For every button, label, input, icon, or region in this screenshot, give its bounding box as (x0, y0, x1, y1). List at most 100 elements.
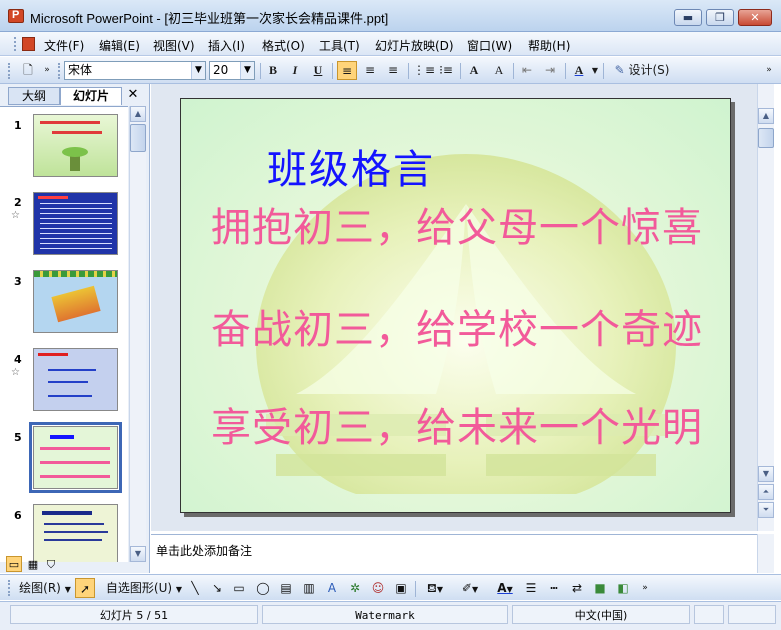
scroll-up-icon[interactable]: ▲ (758, 108, 774, 124)
new-document-icon[interactable]: 🗋 (18, 61, 38, 80)
bullets-icon[interactable]: ⁝≡ (436, 61, 456, 80)
grow-font-button[interactable]: A (464, 61, 484, 80)
menu-format[interactable]: 格式(O) (262, 37, 305, 54)
notes-pane[interactable]: 单击此处添加备注 (151, 534, 757, 573)
scroll-down-icon[interactable]: ▼ (758, 466, 774, 482)
rectangle-icon[interactable]: ▭ (230, 578, 248, 598)
toolbar-grip[interactable] (8, 63, 11, 79)
oval-icon[interactable]: ◯ (254, 578, 272, 598)
slide-line-2[interactable]: 奋战初三，给学校一个奇迹 (211, 297, 703, 355)
draw-menu-button[interactable]: 绘图(R) ▼ (18, 578, 72, 598)
slide-title[interactable]: 班级格言 (267, 137, 435, 195)
fill-color-icon[interactable]: ⛾▼ (420, 578, 450, 598)
numbering-icon[interactable]: ⋮≡ (413, 61, 435, 80)
slide-sorter-view-icon[interactable]: ▦ (25, 556, 41, 572)
clipart-icon[interactable]: ☺ (369, 578, 387, 598)
menu-slideshow[interactable]: 幻灯片放映(D) (375, 37, 454, 54)
slide-thumbnail-6[interactable] (33, 504, 118, 562)
wordart-icon[interactable]: A (323, 578, 341, 598)
toolbar-overflow-chevron-icon[interactable]: » (762, 61, 776, 80)
line-icon[interactable]: ╲ (186, 578, 204, 598)
font-color-button[interactable]: A (569, 61, 589, 80)
slide-thumbnail-4[interactable] (33, 348, 118, 411)
slide-thumbnail-2[interactable] (33, 192, 118, 255)
thumbnail-scrollbar[interactable]: ▲ ▼ (129, 106, 146, 562)
slideshow-view-icon[interactable]: ⛉ (43, 556, 59, 572)
scrollbar-thumb[interactable] (758, 128, 774, 148)
toolbar-grip[interactable] (8, 580, 11, 596)
toolbar-options-chevron-icon[interactable]: » (40, 61, 54, 80)
font-size-value: 20 (213, 63, 229, 77)
bold-button[interactable]: B (263, 61, 283, 80)
document-icon[interactable] (22, 37, 35, 51)
autoshapes-button[interactable]: 自选图形(U) ▼ (104, 578, 184, 598)
font-size-select[interactable]: 20 ▼ (209, 61, 255, 80)
close-button[interactable]: ✕ (738, 9, 772, 26)
design-button[interactable]: ✎ 设计(S) (607, 61, 677, 80)
notes-scrollbar[interactable] (757, 534, 774, 573)
align-right-icon[interactable]: ≡ (383, 61, 403, 80)
status-template[interactable]: Watermark (262, 605, 508, 624)
menu-insert[interactable]: 插入(I) (208, 37, 245, 54)
powerpoint-app-icon[interactable] (8, 9, 24, 23)
underline-button[interactable]: U (308, 61, 328, 80)
font-color-dropdown-icon[interactable]: ▼ (590, 61, 600, 80)
select-pointer-icon[interactable]: ➚ (75, 578, 95, 598)
menu-edit[interactable]: 编辑(E) (99, 37, 140, 54)
next-slide-icon[interactable]: ⏷ (758, 502, 774, 518)
normal-view-icon[interactable]: ▭ (6, 556, 22, 572)
menu-file[interactable]: 文件(F) (44, 37, 84, 54)
align-center-icon[interactable]: ≡ (360, 61, 380, 80)
menu-window[interactable]: 窗口(W) (467, 37, 512, 54)
decrease-indent-icon[interactable]: ⇤ (517, 61, 537, 80)
star-icon: ☆ (11, 210, 20, 221)
align-left-icon[interactable]: ≡ (337, 61, 357, 80)
shrink-font-button[interactable]: A (489, 61, 509, 80)
scroll-down-icon[interactable]: ▼ (130, 546, 146, 562)
status-empty (728, 605, 776, 624)
line-style-icon[interactable]: ☰ (522, 578, 540, 598)
slide-thumbnail-3[interactable] (33, 270, 118, 333)
current-slide[interactable]: 班级格言 拥抱初三，给父母一个惊喜 奋战初三，给学校一个奇迹 享受初三，给未来一… (180, 98, 731, 513)
scroll-up-icon[interactable]: ▲ (130, 106, 146, 122)
chevron-down-icon[interactable]: ▼ (191, 62, 205, 79)
chevron-down-icon[interactable]: ▼ (240, 62, 254, 79)
autoshapes-label: 自选图形(U) (105, 581, 173, 595)
menu-help[interactable]: 帮助(H) (528, 37, 570, 54)
vertical-textbox-icon[interactable]: ▥ (300, 578, 318, 598)
shadow-icon[interactable]: ■ (591, 578, 609, 598)
font-name-select[interactable]: 宋体 ▼ (64, 61, 206, 80)
minimize-button[interactable]: ▬ (674, 9, 702, 26)
tab-slides[interactable]: 幻灯片 (60, 87, 122, 105)
dash-style-icon[interactable]: ┅ (545, 578, 563, 598)
pane-close-icon[interactable]: ✕ (126, 87, 140, 103)
toolbar-grip-2[interactable] (58, 63, 61, 79)
slide-thumbnail-1[interactable] (33, 114, 118, 177)
scrollbar-thumb[interactable] (130, 124, 146, 152)
italic-button[interactable]: I (285, 61, 305, 80)
picture-icon[interactable]: ▣ (392, 578, 410, 598)
menu-grip[interactable] (14, 37, 18, 51)
arrow-style-icon[interactable]: ⇄ (568, 578, 586, 598)
design-icon: ✎ (614, 63, 625, 77)
menu-view[interactable]: 视图(V) (153, 37, 195, 54)
design-label: 设计(S) (628, 63, 670, 77)
menu-bar: 文件(F) 编辑(E) 视图(V) 插入(I) 格式(O) 工具(T) 幻灯片放… (0, 32, 781, 56)
restore-button[interactable]: ❐ (706, 9, 734, 26)
increase-indent-icon[interactable]: ⇥ (540, 61, 560, 80)
slide-line-3[interactable]: 享受初三，给未来一个光明 (211, 395, 703, 453)
diagram-icon[interactable]: ✲ (346, 578, 364, 598)
toolbar-overflow-chevron-icon[interactable]: » (638, 578, 652, 598)
slide-thumbnail-5[interactable] (29, 422, 122, 493)
menu-tools[interactable]: 工具(T) (319, 37, 360, 54)
textbox-icon[interactable]: ▤ (277, 578, 295, 598)
line-color-icon[interactable]: ✐▼ (455, 578, 485, 598)
tab-outline[interactable]: 大纲 (8, 87, 60, 105)
draw-font-color-icon[interactable]: A▼ (490, 578, 520, 598)
arrow-icon[interactable]: ↘ (208, 578, 226, 598)
3d-style-icon[interactable]: ◧ (614, 578, 632, 598)
slide-line-1[interactable]: 拥抱初三，给父母一个惊喜 (211, 195, 703, 253)
thumbnail-number: 3 (14, 275, 22, 288)
previous-slide-icon[interactable]: ⏶ (758, 484, 774, 500)
slide-scrollbar[interactable]: ▲ ▼ ⏶ ⏷ (757, 84, 774, 531)
